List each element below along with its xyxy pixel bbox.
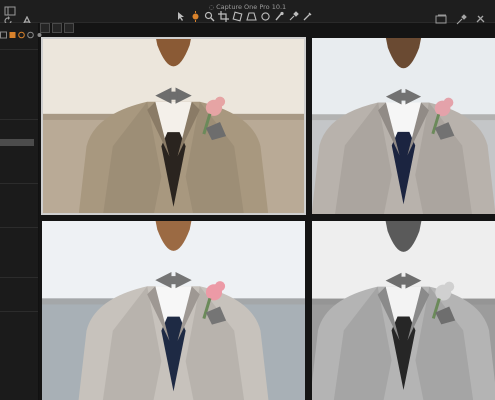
viewer-icon[interactable] <box>435 10 447 24</box>
mask-brush-icon[interactable] <box>274 11 285 22</box>
select-cursor-icon[interactable] <box>176 11 187 22</box>
tool-slider-track[interactable] <box>0 139 34 146</box>
pan-icon[interactable] <box>190 11 201 22</box>
panel-divider <box>0 183 38 184</box>
thumbnail-monochrome[interactable] <box>312 221 495 400</box>
thumbnail-cool[interactable] <box>42 221 305 400</box>
straighten-icon[interactable] <box>232 11 243 22</box>
crop-icon[interactable] <box>218 11 229 22</box>
title-bar: ◌ Capture One Pro 10.1 <box>0 0 495 26</box>
right-tools <box>435 10 487 25</box>
panel-divider <box>0 227 38 228</box>
cursor-tools <box>176 11 313 22</box>
panel-divider <box>0 311 38 312</box>
capture-tab-icon[interactable] <box>9 24 16 38</box>
text-icon[interactable] <box>22 11 32 26</box>
rotate-icon[interactable] <box>3 11 13 25</box>
grid-view-icon[interactable] <box>40 23 50 33</box>
picker-eyedropper-icon[interactable] <box>455 10 467 25</box>
panel-divider <box>0 277 38 278</box>
library-tab-icon[interactable] <box>0 24 7 39</box>
color-tab-icon[interactable] <box>27 24 34 39</box>
camera-icon: ◌ <box>208 4 215 11</box>
list-view-icon[interactable] <box>52 23 62 33</box>
browser-view-tools <box>40 23 74 35</box>
thumbnail-warm[interactable] <box>41 37 306 215</box>
tool-panel <box>0 23 42 400</box>
keystone-icon[interactable] <box>246 11 257 22</box>
lens-tab-icon[interactable] <box>18 24 25 39</box>
panel-divider <box>0 119 38 120</box>
filmstrip-view-icon[interactable] <box>64 23 74 33</box>
tool-tabs <box>0 24 43 39</box>
window-title: Capture One Pro 10.1 <box>216 3 287 11</box>
loupe-icon[interactable] <box>204 11 215 22</box>
settings-icon[interactable] <box>475 10 487 23</box>
panel-divider <box>0 49 38 50</box>
annotate-icon[interactable] <box>302 11 313 22</box>
picker-icon[interactable] <box>288 11 299 22</box>
thumbnail-cool-contrast[interactable] <box>312 38 495 214</box>
spot-removal-icon[interactable] <box>260 11 271 22</box>
